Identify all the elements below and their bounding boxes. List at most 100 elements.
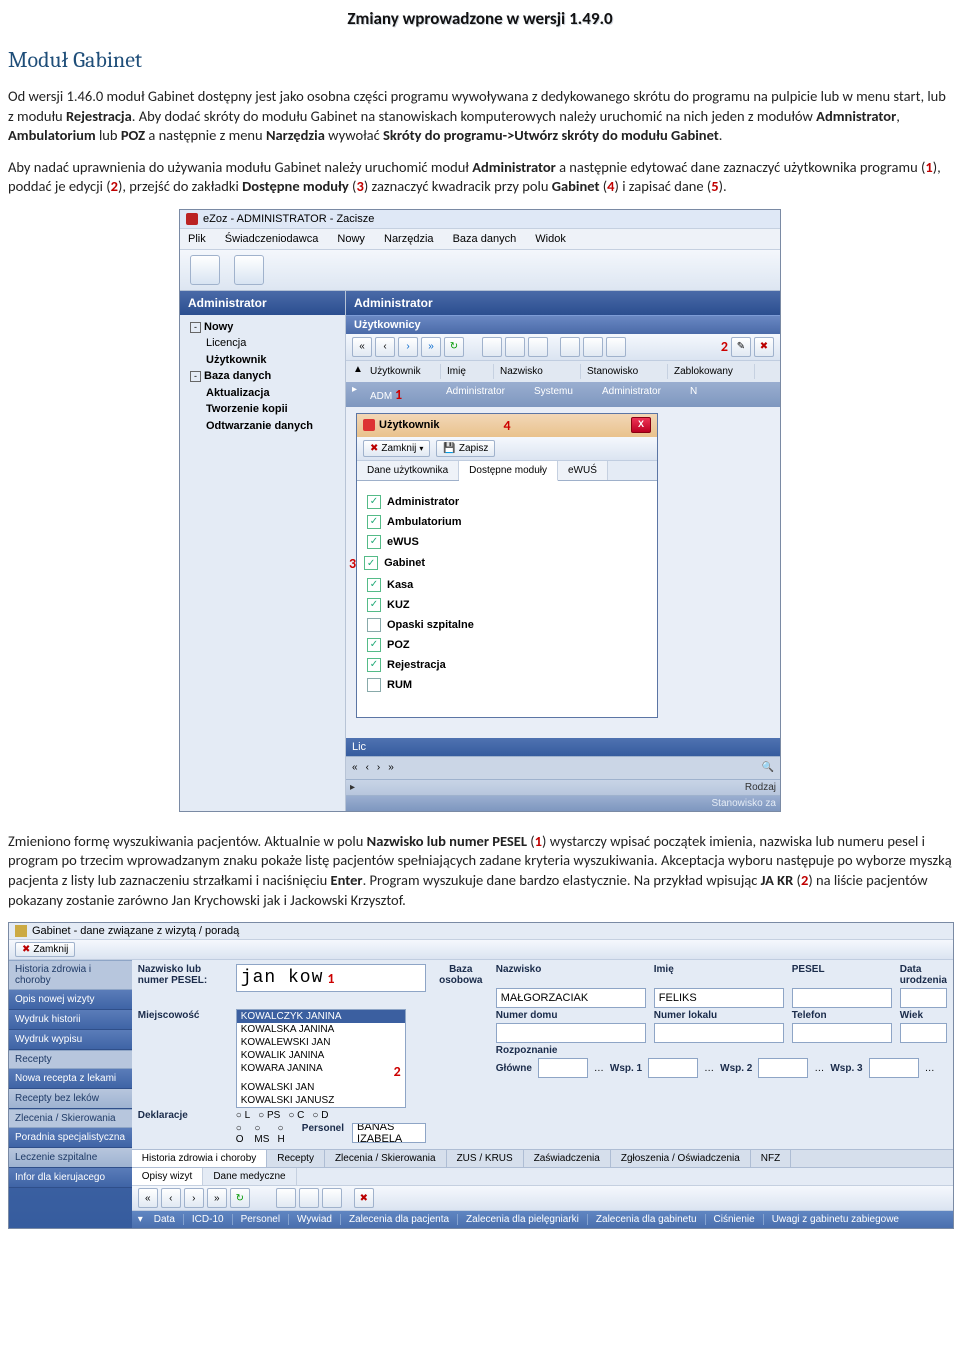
field-data[interactable] [900, 988, 947, 1008]
grid-row-selected[interactable]: ▸ ADM 1 Administrator Systemu Administra… [346, 382, 780, 407]
baza-button[interactable] [434, 988, 478, 1004]
tab-moduly[interactable]: Dostępne moduły [459, 461, 558, 481]
field-wiek[interactable] [900, 1023, 947, 1043]
tab-historia[interactable]: Historia zdrowia i choroby [132, 1150, 268, 1167]
tool-icon[interactable] [583, 337, 603, 357]
tree-leaf[interactable]: Licencja [184, 335, 341, 352]
nav-tree[interactable]: -Nowy Licencja Użytkownik -Baza danych A… [180, 315, 345, 445]
nav-icon[interactable]: » [388, 762, 394, 773]
tool-icon[interactable] [505, 337, 525, 357]
dropdown-item[interactable]: KOWALSKA JANINA [237, 1023, 405, 1036]
field-wsp2[interactable] [758, 1058, 808, 1078]
field-tel[interactable] [792, 1023, 892, 1043]
nav-icon[interactable]: » [207, 1188, 227, 1208]
tool-icon[interactable] [299, 1188, 319, 1208]
tab-zlecenia[interactable]: Zlecenia / Skierowania [325, 1150, 447, 1167]
close-button[interactable]: ✖Zamknij [15, 942, 75, 957]
side-btn-historia[interactable]: Wydruk historii [9, 1010, 132, 1030]
tool-icon[interactable] [528, 337, 548, 357]
tool-icon[interactable] [276, 1188, 296, 1208]
menu-narzedzia[interactable]: Narzędzia [376, 231, 442, 247]
tab-zglosz[interactable]: Zgłoszenia / Oświadczenia [611, 1150, 751, 1167]
field-imie[interactable]: FELIKS [654, 988, 784, 1008]
field-nazwisko[interactable]: MAŁGORZACIAK [496, 988, 646, 1008]
menu-plik[interactable]: Plik [180, 231, 214, 247]
subtab-opisy[interactable]: Opisy wizyt [132, 1168, 204, 1185]
side-btn-recepty-bez[interactable]: Recepty bez leków [9, 1089, 132, 1109]
menu-widok[interactable]: Widok [527, 231, 574, 247]
check-kuz[interactable]: ✓KUZ [367, 598, 647, 612]
side-btn-infor[interactable]: Infor dla kierujacego [9, 1168, 132, 1188]
nav-icon[interactable]: › [377, 762, 380, 773]
nav-next-icon[interactable]: › [398, 337, 418, 357]
search-icon[interactable]: 🔍 [762, 762, 774, 773]
side-btn-recepta[interactable]: Nowa recepta z lekami [9, 1069, 132, 1089]
nav-prev-icon[interactable]: ‹ [375, 337, 395, 357]
tool-icon[interactable] [560, 337, 580, 357]
tab-zasw[interactable]: Zaświadczenia [524, 1150, 611, 1167]
field-numdom[interactable] [496, 1023, 646, 1043]
check-kasa[interactable]: ✓Kasa [367, 578, 647, 592]
nav-icon[interactable]: « [138, 1188, 158, 1208]
nav-icon[interactable]: ‹ [366, 762, 369, 773]
subtab-dane[interactable]: Dane medyczne [203, 1168, 296, 1185]
save-button[interactable]: 💾Zapisz [436, 440, 495, 457]
check-admin[interactable]: ✓Administrator [367, 495, 647, 509]
close-button[interactable]: ✖Zamknij▾ [363, 440, 430, 457]
dropdown-item[interactable]: KOWALIK JANINA [237, 1049, 405, 1062]
tab-nfz[interactable]: NFZ [751, 1150, 791, 1167]
tab-ewus[interactable]: eWUŚ [558, 461, 608, 480]
side-btn-wypis[interactable]: Wydruk wypisu [9, 1030, 132, 1050]
tree-leaf[interactable]: Tworzenie kopii [184, 401, 341, 418]
dropdown-item[interactable]: KOWALSKI JAN [237, 1081, 405, 1094]
edit-icon[interactable]: ✎ [731, 337, 751, 357]
nav-first-icon[interactable]: « [352, 337, 372, 357]
check-opaski[interactable]: ✓Opaski szpitalne [367, 618, 647, 632]
check-rum[interactable]: ✓RUM [367, 678, 647, 692]
field-pesel[interactable] [792, 988, 892, 1008]
side-btn-szpital[interactable]: Leczenie szpitalne [9, 1148, 132, 1168]
tool-icon[interactable] [322, 1188, 342, 1208]
field-personel[interactable]: BANAŚ IZABELA [352, 1123, 426, 1143]
dropdown-item[interactable]: KOWALSKI JANUSZ [237, 1094, 405, 1107]
refresh-icon[interactable]: ↻ [444, 337, 464, 357]
menubar[interactable]: Plik Świadczeniodawca Nowy Narzędzia Baz… [180, 229, 780, 250]
field-wsp3[interactable] [869, 1058, 919, 1078]
dropdown-item[interactable]: KOWARA JANINA [241, 1063, 323, 1080]
tree-leaf[interactable]: Odtwarzanie danych [184, 418, 341, 435]
tab-recepty[interactable]: Recepty [267, 1150, 325, 1167]
nav-icon[interactable]: ‹ [161, 1188, 181, 1208]
check-rej[interactable]: ✓Rejestracja [367, 658, 647, 672]
dropdown-item[interactable]: KOWALEWSKI JAN [237, 1036, 405, 1049]
close-icon[interactable]: X [631, 417, 651, 433]
field-numlok[interactable] [654, 1023, 784, 1043]
menu-bazadanych[interactable]: Baza danych [445, 231, 525, 247]
field-glowne[interactable] [538, 1058, 588, 1078]
check-ewus[interactable]: ✓eWUS [367, 535, 647, 549]
tab-zus[interactable]: ZUS / KRUS [447, 1150, 524, 1167]
dropdown-item[interactable]: KOWALCZYK JANINA [237, 1010, 405, 1023]
menu-nowy[interactable]: Nowy [329, 231, 373, 247]
nav-icon[interactable]: › [184, 1188, 204, 1208]
side-btn-opis[interactable]: Opis nowej wizyty [9, 990, 132, 1010]
toolbar-button[interactable] [190, 255, 220, 285]
check-amb[interactable]: ✓Ambulatorium [367, 515, 647, 529]
menu-swiadczeniodawca[interactable]: Świadczeniodawca [217, 231, 327, 247]
check-gabinet[interactable]: 3✓Gabinet [367, 555, 647, 572]
tool-icon[interactable] [482, 337, 502, 357]
toolbar-button[interactable] [234, 255, 264, 285]
tool-icon[interactable] [606, 337, 626, 357]
tab-dane[interactable]: Dane użytkownika [357, 461, 459, 480]
nav-last-icon[interactable]: » [421, 337, 441, 357]
search-dropdown[interactable]: KOWALCZYK JANINA KOWALSKA JANINA KOWALEW… [236, 1009, 406, 1108]
delete-icon[interactable]: ✖ [354, 1188, 374, 1208]
refresh-icon[interactable]: ↻ [230, 1188, 250, 1208]
field-wsp1[interactable] [648, 1058, 698, 1078]
delete-icon[interactable]: ✖ [754, 337, 774, 357]
tree-leaf[interactable]: Aktualizacja [184, 385, 341, 402]
check-poz[interactable]: ✓POZ [367, 638, 647, 652]
tree-leaf[interactable]: Użytkownik [184, 352, 341, 369]
side-btn-poradnia[interactable]: Poradnia specjalistyczna [9, 1128, 132, 1148]
nav-icon[interactable]: « [352, 762, 358, 773]
search-input[interactable]: jan kow 1 [236, 964, 426, 992]
